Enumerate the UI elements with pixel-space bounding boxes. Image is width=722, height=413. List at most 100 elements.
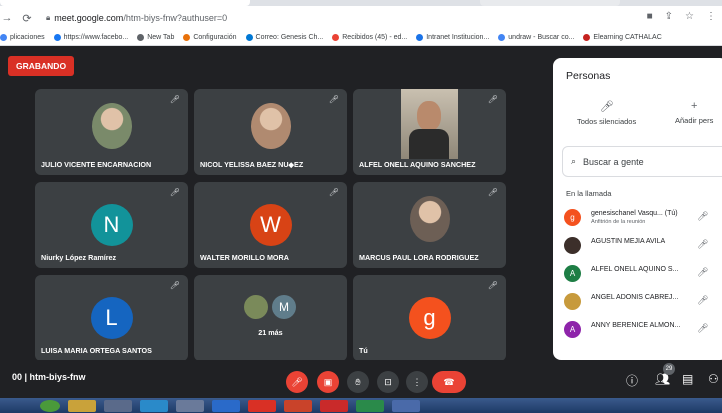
bookmark-item[interactable]: undraw - Buscar co... — [498, 34, 574, 41]
participant-tile[interactable]: N Niurky López Ramírez 🎤︎ — [35, 182, 188, 268]
taskbar-app-other[interactable] — [392, 400, 420, 412]
mute-all-label: Todos silenciados — [577, 117, 637, 126]
section-label: En la llamada — [566, 189, 612, 198]
bookmark-item[interactable]: Recibidos (45) - ed... — [332, 34, 407, 41]
chat-icon[interactable]: ▤ — [682, 372, 693, 386]
participant-list-item[interactable]: A ANNY BERENICE ALMON... 🎤︎ — [564, 318, 722, 342]
participant-tile[interactable]: L LUISA MARIA ORTEGA SANTOS 🎤︎ — [35, 275, 188, 361]
present-button[interactable]: ⊡ — [377, 371, 399, 393]
participant-name: Niurky López Ramírez — [41, 253, 117, 262]
windows-taskbar — [0, 398, 722, 413]
mic-off-icon: 🎤︎ — [169, 281, 180, 290]
bookmark-item[interactable]: Intranet Institucion... — [416, 34, 489, 41]
search-icon: ⌕ — [571, 156, 577, 166]
video-feed — [401, 89, 458, 159]
hang-up-icon: ☎︎ — [443, 376, 455, 387]
taskbar-app-explorer[interactable] — [68, 400, 96, 412]
mic-off-icon[interactable]: 🎤︎ — [697, 267, 708, 278]
camera-toggle-button[interactable]: ▣ — [317, 371, 339, 393]
participant-role: Anfitrión de la reunión — [591, 219, 646, 225]
taskbar-app-chrome[interactable] — [248, 400, 276, 412]
gear-icon — [183, 34, 191, 41]
participant-tile[interactable]: JULIO VICENTE ENCARNACION 🎤︎ — [35, 89, 188, 175]
taskbar-app-powerpoint[interactable] — [284, 400, 312, 412]
taskbar-app-folder[interactable] — [176, 400, 204, 412]
avatar — [564, 293, 581, 310]
mic-off-icon: 🎤︎ — [328, 188, 339, 197]
add-people-button[interactable]: + Añadir pers — [675, 100, 713, 125]
activities-icon[interactable]: ⚇ — [708, 372, 719, 386]
mic-off-icon[interactable]: 🎤︎ — [697, 295, 708, 306]
bookmark-item[interactable]: Configuración — [183, 34, 237, 41]
reload-icon[interactable]: ⟳ — [20, 12, 34, 25]
add-person-icon: + — [690, 100, 698, 112]
meeting-code: 00 | htm-biys-fnw — [12, 372, 86, 382]
info-icon[interactable]: ⓘ — [626, 372, 638, 389]
participant-tile[interactable]: ALFEL ONELL AQUINO SANCHEZ 🎤︎ — [353, 89, 506, 175]
bookmark-item[interactable]: https://www.facebo... — [53, 34, 129, 41]
present-icon: ⊡ — [384, 376, 392, 387]
avatar: M — [272, 295, 296, 319]
participant-list-item[interactable]: A ALFEL ONELL AQUINO S... 🎤︎ — [564, 262, 722, 286]
participant-name: WALTER MORILLO MORA — [200, 253, 289, 262]
menu-icon[interactable]: ⋮ — [706, 11, 716, 22]
participant-list-item[interactable]: AGUSTIN MEJIA AVILA 🎤︎ — [564, 234, 722, 258]
start-button[interactable] — [40, 400, 60, 412]
mic-off-icon[interactable]: 🎤︎ — [697, 239, 708, 250]
participant-tile[interactable]: MARCUS PAUL LORA RODRIGUEZ 🎤︎ — [353, 182, 506, 268]
participant-list-item[interactable]: g genesischanel Vasqu... (Tú) Anfitrión de… — [564, 206, 722, 230]
forward-icon[interactable]: → — [0, 12, 14, 24]
mute-all-button[interactable]: 🎤︎ Todos silenciados — [577, 100, 636, 126]
taskbar-app-pdf[interactable] — [320, 400, 348, 412]
taskbar-app-browser[interactable] — [140, 400, 168, 412]
avatar-photo — [409, 196, 450, 242]
participant-name: ANGEL ADONIS CABREJ... — [591, 294, 679, 301]
participant-name: ANNY BERENICE ALMON... — [591, 322, 681, 329]
avatar-initial: A — [569, 269, 576, 278]
gmail-icon — [332, 34, 340, 41]
bookmark-label: plicaciones — [10, 34, 45, 41]
avatar-initial: M — [279, 300, 289, 314]
avatar-photo — [91, 103, 132, 149]
participant-tile[interactable]: g Tú 🎤︎ — [353, 275, 506, 361]
bookmark-item[interactable]: New Tab — [137, 34, 174, 41]
bookmark-label: Elearning CATHALAC — [593, 34, 662, 41]
participant-tile[interactable]: M 21 más — [194, 275, 347, 361]
leave-call-button[interactable]: ☎︎ — [432, 371, 466, 393]
bookmark-label: Recibidos (45) - ed... — [342, 34, 408, 41]
bookmark-item[interactable]: plicaciones — [0, 34, 45, 41]
star-icon[interactable]: ☆ — [685, 11, 694, 22]
participant-name: ALFEL ONELL AQUINO SANCHEZ — [359, 160, 476, 169]
bookmark-item[interactable]: Elearning CATHALAC — [583, 34, 662, 41]
participant-name: AGUSTIN MEJIA AVILA — [591, 238, 666, 245]
mic-off-icon[interactable]: 🎤︎ — [697, 323, 708, 334]
more-options-button[interactable]: ⋮ — [406, 371, 428, 393]
camera-icon[interactable]: ■ — [647, 11, 653, 22]
search-placeholder: Buscar a gente — [583, 156, 644, 167]
participant-list-item[interactable]: ANGEL ADONIS CABREJ... 🎤︎ — [564, 290, 722, 314]
taskbar-app-excel[interactable] — [356, 400, 384, 412]
bookmark-label: New Tab — [147, 34, 175, 41]
people-panel: Personas 🎤︎ Todos silenciados + Añadir p… — [553, 58, 722, 360]
participant-tile[interactable]: NICOL YELISSA BAEZ NU◆EZ 🎤︎ — [194, 89, 347, 175]
bookmark-label: https://www.facebo... — [63, 34, 129, 41]
participant-tile[interactable]: W WALTER MORILLO MORA 🎤︎ — [194, 182, 347, 268]
elearning-icon — [583, 34, 591, 41]
lock-icon[interactable]: 🔒︎ — [46, 13, 50, 23]
participant-name: JULIO VICENTE ENCARNACION — [41, 160, 152, 169]
raise-hand-button[interactable]: ✋︎ — [347, 371, 369, 393]
share-icon[interactable]: ⇪ — [665, 11, 673, 22]
participant-name: LUISA MARIA ORTEGA SANTOS — [41, 346, 152, 355]
avatar-initial: L — [105, 305, 118, 330]
bookmark-item[interactable]: Correo: Genesis Ch... — [245, 34, 323, 41]
address-bar[interactable]: meet.google.com/htm-biys-fnw?authuser=0 — [54, 13, 227, 23]
mic-off-icon[interactable]: 🎤︎ — [697, 211, 708, 222]
avatar-initial: g — [423, 305, 436, 330]
taskbar-app-media[interactable] — [104, 400, 132, 412]
avatar: g — [408, 297, 451, 339]
mic-toggle-button[interactable]: 🎤︎ — [286, 371, 308, 393]
avatar: A — [564, 265, 581, 282]
taskbar-app-word[interactable] — [212, 400, 240, 412]
people-search-input[interactable]: ⌕ Buscar a gente — [562, 146, 722, 177]
avatar-initial: A — [569, 325, 576, 334]
